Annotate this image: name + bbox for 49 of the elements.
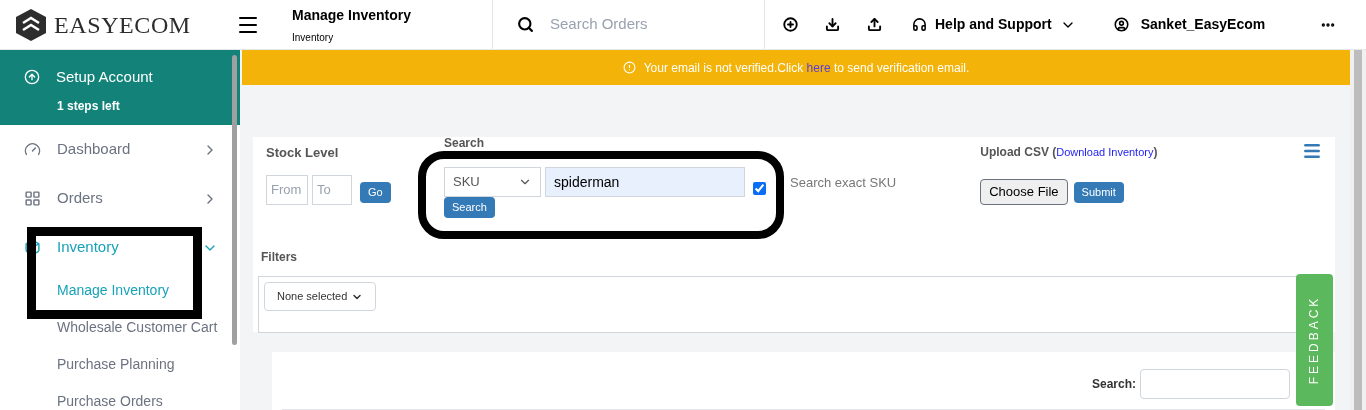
logo-icon — [16, 8, 46, 41]
exact-sku-label: Search exact SKU — [790, 174, 897, 192]
search-icon — [517, 16, 534, 33]
user-icon — [1113, 17, 1129, 32]
download-icon[interactable] — [825, 17, 840, 32]
submenu-item[interactable]: Purchase Orders — [0, 383, 230, 410]
user-menu[interactable]: Sanket_EasyEcom — [1140, 14, 1266, 35]
steps-left: 1 steps left — [57, 97, 121, 115]
box-icon — [24, 239, 41, 256]
search-type-select[interactable]: SKU — [453, 172, 480, 192]
upload-icon[interactable] — [867, 17, 882, 32]
submenu-item[interactable]: Purchase Planning — [0, 346, 230, 383]
logo-text: EASYECOM — [54, 10, 191, 40]
grid-icon — [24, 190, 41, 207]
headset-icon[interactable] — [912, 17, 927, 32]
download-inventory-link[interactable]: Download Inventory — [1056, 146, 1154, 158]
sidebar-item[interactable]: Orders — [57, 187, 202, 210]
to-field[interactable]: To — [312, 174, 352, 205]
filters-label: Filters — [261, 249, 298, 266]
gauge-icon — [24, 141, 41, 158]
submenu-item[interactable]: Wholesale Customer Cart — [0, 309, 230, 346]
sidebar-item[interactable]: Inventory — [57, 236, 202, 259]
arrow-up-icon — [24, 69, 40, 86]
banner-text: Your email is not verified.Click here to send verification email. — [643, 59, 970, 77]
sidebar-item[interactable]: Dashboard — [57, 138, 202, 161]
add-icon[interactable] — [783, 17, 798, 32]
go-button[interactable]: Go — [360, 182, 391, 203]
sidebar-scrollbar[interactable] — [232, 55, 237, 345]
page-title: Manage Inventory — [292, 5, 413, 25]
sku-search-field[interactable]: spiderman — [545, 167, 745, 197]
search-label: Search — [444, 135, 486, 152]
table-search-field[interactable] — [1140, 369, 1290, 399]
search-button[interactable]: Search — [444, 197, 495, 218]
choose-file-button[interactable]: Choose File — [980, 179, 1068, 205]
setup-title: Setup Account — [56, 67, 153, 87]
help-button[interactable]: Help and Support — [935, 14, 1052, 35]
from-field[interactable]: From — [266, 174, 308, 205]
breadcrumb: Inventory — [292, 30, 335, 45]
stock-level-label: Stock Level — [266, 144, 340, 162]
submenu-item[interactable]: Manage Inventory — [0, 272, 230, 309]
table-search-label: Search: — [1091, 376, 1136, 393]
page-scrollbar[interactable] — [1350, 50, 1366, 410]
verify-link[interactable]: here — [806, 60, 831, 75]
upload-csv-label: Upload CSV (Download Inventory) — [980, 144, 1158, 161]
search-field[interactable]: Search Orders — [550, 13, 730, 36]
exact-sku-checkbox[interactable] — [753, 182, 766, 195]
alert-icon — [622, 61, 636, 74]
setup-account-panel[interactable]: Setup Account 1 steps left — [0, 50, 240, 125]
submit-button[interactable]: Submit — [1073, 181, 1124, 203]
